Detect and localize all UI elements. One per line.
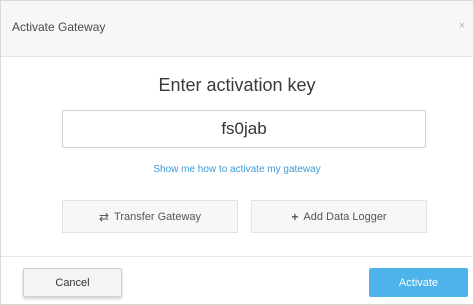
dialog-title: Activate Gateway	[12, 20, 106, 34]
activation-heading: Enter activation key	[158, 75, 316, 95]
add-data-logger-button[interactable]: + Add Data Logger	[251, 200, 427, 233]
transfer-arrows-icon: ⇄	[98, 209, 110, 224]
footer-divider	[1, 256, 473, 257]
close-icon[interactable]: ×	[459, 20, 465, 32]
dialog-header: Activate Gateway ×	[1, 1, 473, 57]
activate-gateway-dialog: Activate Gateway × Enter activation key …	[0, 0, 474, 305]
transfer-gateway-button[interactable]: ⇄ Transfer Gateway	[62, 200, 238, 233]
activation-help-link[interactable]: Show me how to activate my gateway	[1, 164, 473, 175]
activation-key-input[interactable]	[62, 110, 426, 148]
plus-icon: +	[291, 209, 299, 224]
add-data-logger-label: Add Data Logger	[303, 210, 387, 223]
transfer-gateway-label: Transfer Gateway	[114, 210, 202, 223]
activate-button[interactable]: Activate	[369, 268, 468, 297]
cancel-button[interactable]: Cancel	[23, 268, 122, 297]
